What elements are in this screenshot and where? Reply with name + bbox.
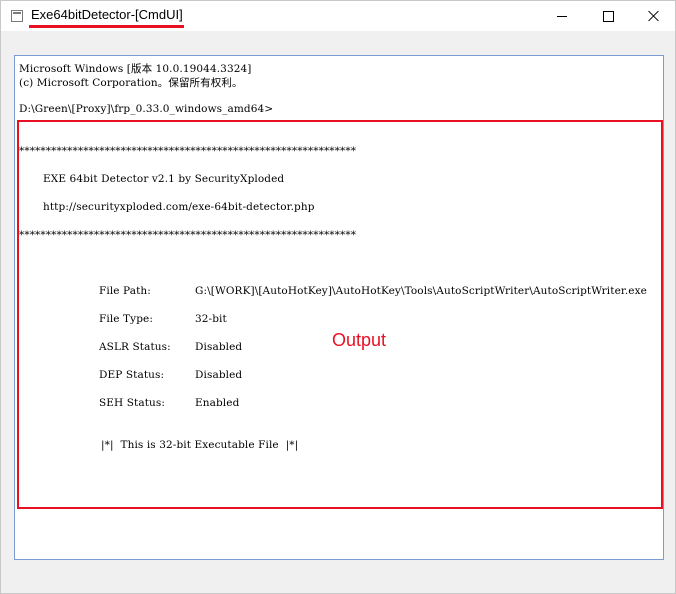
maximize-button[interactable] bbox=[585, 1, 631, 31]
app-window: Exe64bitDetector-[CmdUI] Microsoft Windo… bbox=[0, 0, 676, 594]
close-button[interactable] bbox=[631, 1, 676, 31]
close-icon bbox=[648, 10, 660, 22]
app-icon bbox=[11, 10, 23, 22]
minimize-button[interactable] bbox=[539, 1, 585, 31]
console-prompt: D:\Green\[Proxy]\frp_0.33.0_windows_amd6… bbox=[19, 103, 274, 115]
title-highlight-underline bbox=[29, 25, 184, 28]
maximize-icon bbox=[602, 10, 614, 22]
console-header-line-2: (c) Microsoft Corporation。保留所有权利。 bbox=[19, 77, 243, 89]
minimize-icon bbox=[557, 15, 567, 17]
console-header-line-1: Microsoft Windows [版本 10.0.19044.3324] bbox=[19, 63, 252, 75]
window-title: Exe64bitDetector-[CmdUI] bbox=[31, 7, 183, 22]
output-highlight-box bbox=[17, 120, 663, 509]
title-bar[interactable]: Exe64bitDetector-[CmdUI] bbox=[1, 1, 675, 31]
output-annotation-label: Output bbox=[332, 330, 387, 350]
